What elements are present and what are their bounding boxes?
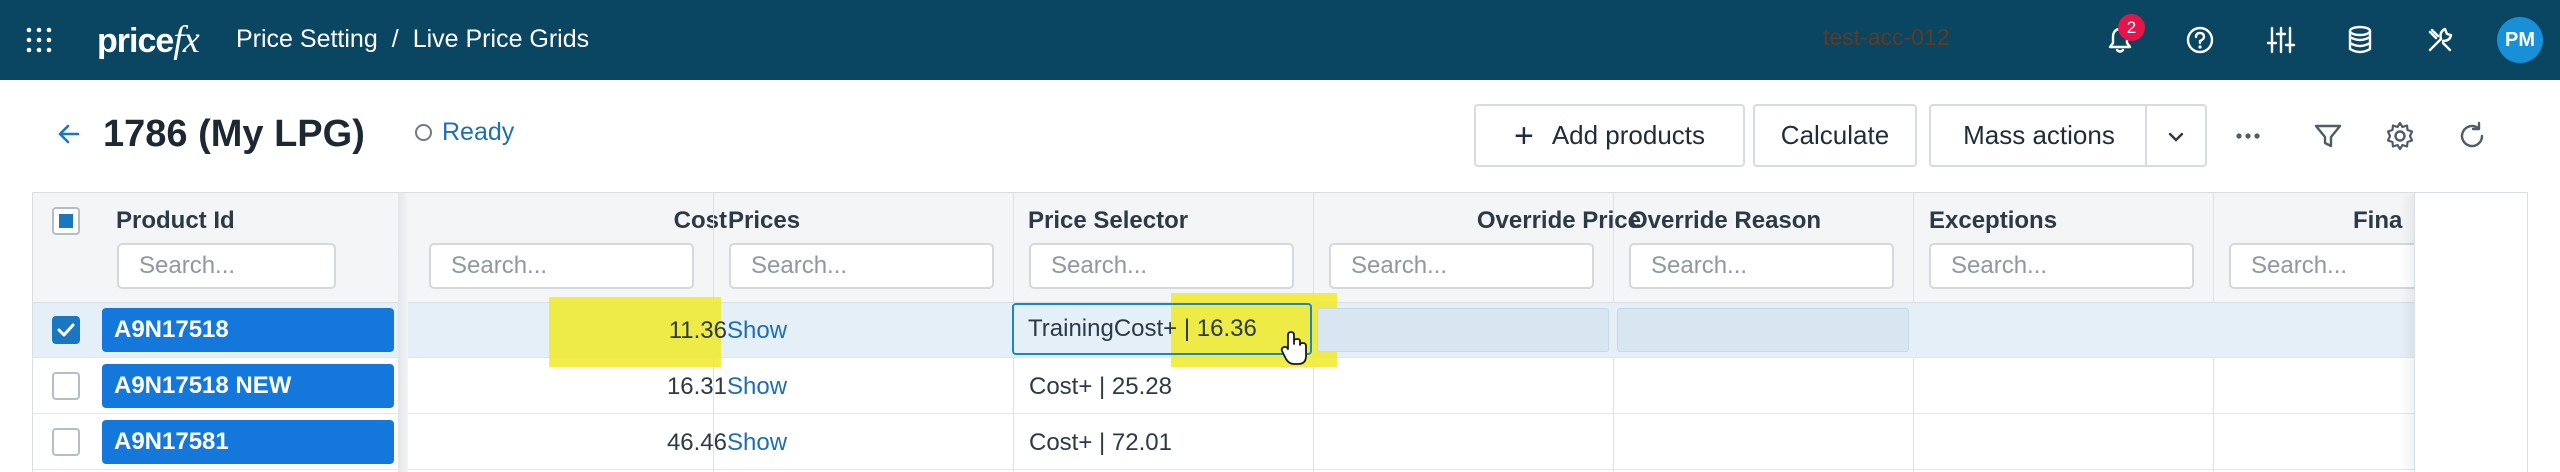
column-header-cost[interactable]: Cost	[413, 207, 727, 235]
override-price-search-input[interactable]: Search...	[1329, 243, 1594, 289]
product-id-search-input[interactable]: Search...	[117, 243, 336, 289]
price-selector-cell[interactable]: Cost+ | 25.28	[1029, 359, 1172, 414]
account-name: test-acc-012	[1823, 24, 1950, 50]
override-reason-cell[interactable]	[1617, 308, 1909, 352]
pricefx-logo[interactable]: pricefx	[97, 18, 200, 62]
override-price-cell[interactable]	[1317, 308, 1609, 352]
calculate-button[interactable]: Calculate	[1753, 104, 1917, 167]
settings-gear-icon[interactable]	[2384, 120, 2416, 152]
status-text: Ready	[442, 118, 515, 146]
pinned-right-column	[2414, 193, 2527, 472]
breadcrumb-separator: /	[391, 25, 399, 53]
cost-cell[interactable]: 16.31	[413, 359, 727, 414]
price-selector-search-input[interactable]: Search...	[1029, 243, 1294, 289]
user-avatar[interactable]: PM	[2497, 17, 2543, 63]
product-id-cell[interactable]: A9N17518 NEW	[102, 364, 394, 408]
prices-show-link[interactable]: Show	[727, 359, 787, 414]
breadcrumb-price-setting[interactable]: Price Setting	[236, 25, 378, 53]
breadcrumb-live-price-grids[interactable]: Live Price Grids	[413, 25, 589, 53]
column-header-price-selector[interactable]: Price Selector	[1028, 207, 1188, 235]
product-id-cell[interactable]: A9N17518	[102, 308, 394, 352]
breadcrumb: Price Setting / Live Price Grids	[236, 25, 589, 54]
column-header-final[interactable]: Fina	[2353, 207, 2402, 235]
database-icon[interactable]	[2344, 24, 2376, 56]
sliders-icon[interactable]	[2265, 24, 2297, 56]
notification-count-badge: 2	[2118, 14, 2145, 41]
status-dot-icon	[415, 124, 432, 141]
column-header-override-price[interactable]: Override Price	[1329, 207, 1641, 235]
prices-search-input[interactable]: Search...	[729, 243, 994, 289]
column-header-prices[interactable]: Prices	[728, 207, 800, 235]
mass-actions-dropdown-button[interactable]	[2145, 104, 2207, 167]
chevron-down-icon	[2168, 132, 2184, 142]
tools-icon[interactable]	[2424, 24, 2456, 56]
apps-grid-icon[interactable]	[26, 27, 52, 53]
cost-cell[interactable]: 46.46	[413, 415, 727, 470]
mass-actions-button[interactable]: Mass actions	[1929, 104, 2147, 167]
row-checkbox[interactable]	[52, 372, 80, 400]
select-all-checkbox[interactable]	[52, 207, 80, 235]
price-selector-editor[interactable]: TrainingCost+ | 16.36	[1012, 303, 1312, 355]
refresh-icon[interactable]	[2456, 120, 2488, 152]
column-header-exceptions[interactable]: Exceptions	[1929, 207, 2057, 235]
row-checkbox[interactable]	[52, 316, 80, 344]
row-checkbox[interactable]	[52, 428, 80, 456]
price-grid-table: Product Id Search... Cost Search... Pric…	[32, 192, 2528, 472]
more-options-icon[interactable]	[2232, 120, 2264, 152]
column-header-product-id[interactable]: Product Id	[116, 207, 235, 235]
top-navigation-bar: pricefx Price Setting / Live Price Grids t…	[0, 0, 2560, 80]
product-id-cell[interactable]: A9N17581	[102, 420, 394, 464]
prices-show-link[interactable]: Show	[727, 415, 787, 470]
prices-show-link[interactable]: Show	[727, 303, 787, 358]
checkmark-icon	[57, 323, 75, 337]
column-header-override-reason[interactable]: Override Reason	[1629, 207, 1821, 235]
price-selector-cell[interactable]: Cost+ | 72.01	[1029, 415, 1172, 470]
pinned-column-shadow	[398, 193, 408, 472]
filter-icon[interactable]	[2312, 120, 2344, 152]
cost-search-input[interactable]: Search...	[429, 243, 694, 289]
override-reason-search-input[interactable]: Search...	[1629, 243, 1894, 289]
page-title: 1786 (My LPG)	[103, 113, 365, 155]
back-arrow-icon[interactable]	[56, 121, 82, 147]
cost-cell[interactable]: 11.36	[413, 303, 727, 358]
add-products-button[interactable]: + Add products	[1474, 104, 1745, 167]
help-icon[interactable]	[2184, 24, 2216, 56]
status-indicator: Ready	[415, 118, 514, 147]
plus-icon: +	[1513, 117, 1534, 155]
exceptions-search-input[interactable]: Search...	[1929, 243, 2194, 289]
